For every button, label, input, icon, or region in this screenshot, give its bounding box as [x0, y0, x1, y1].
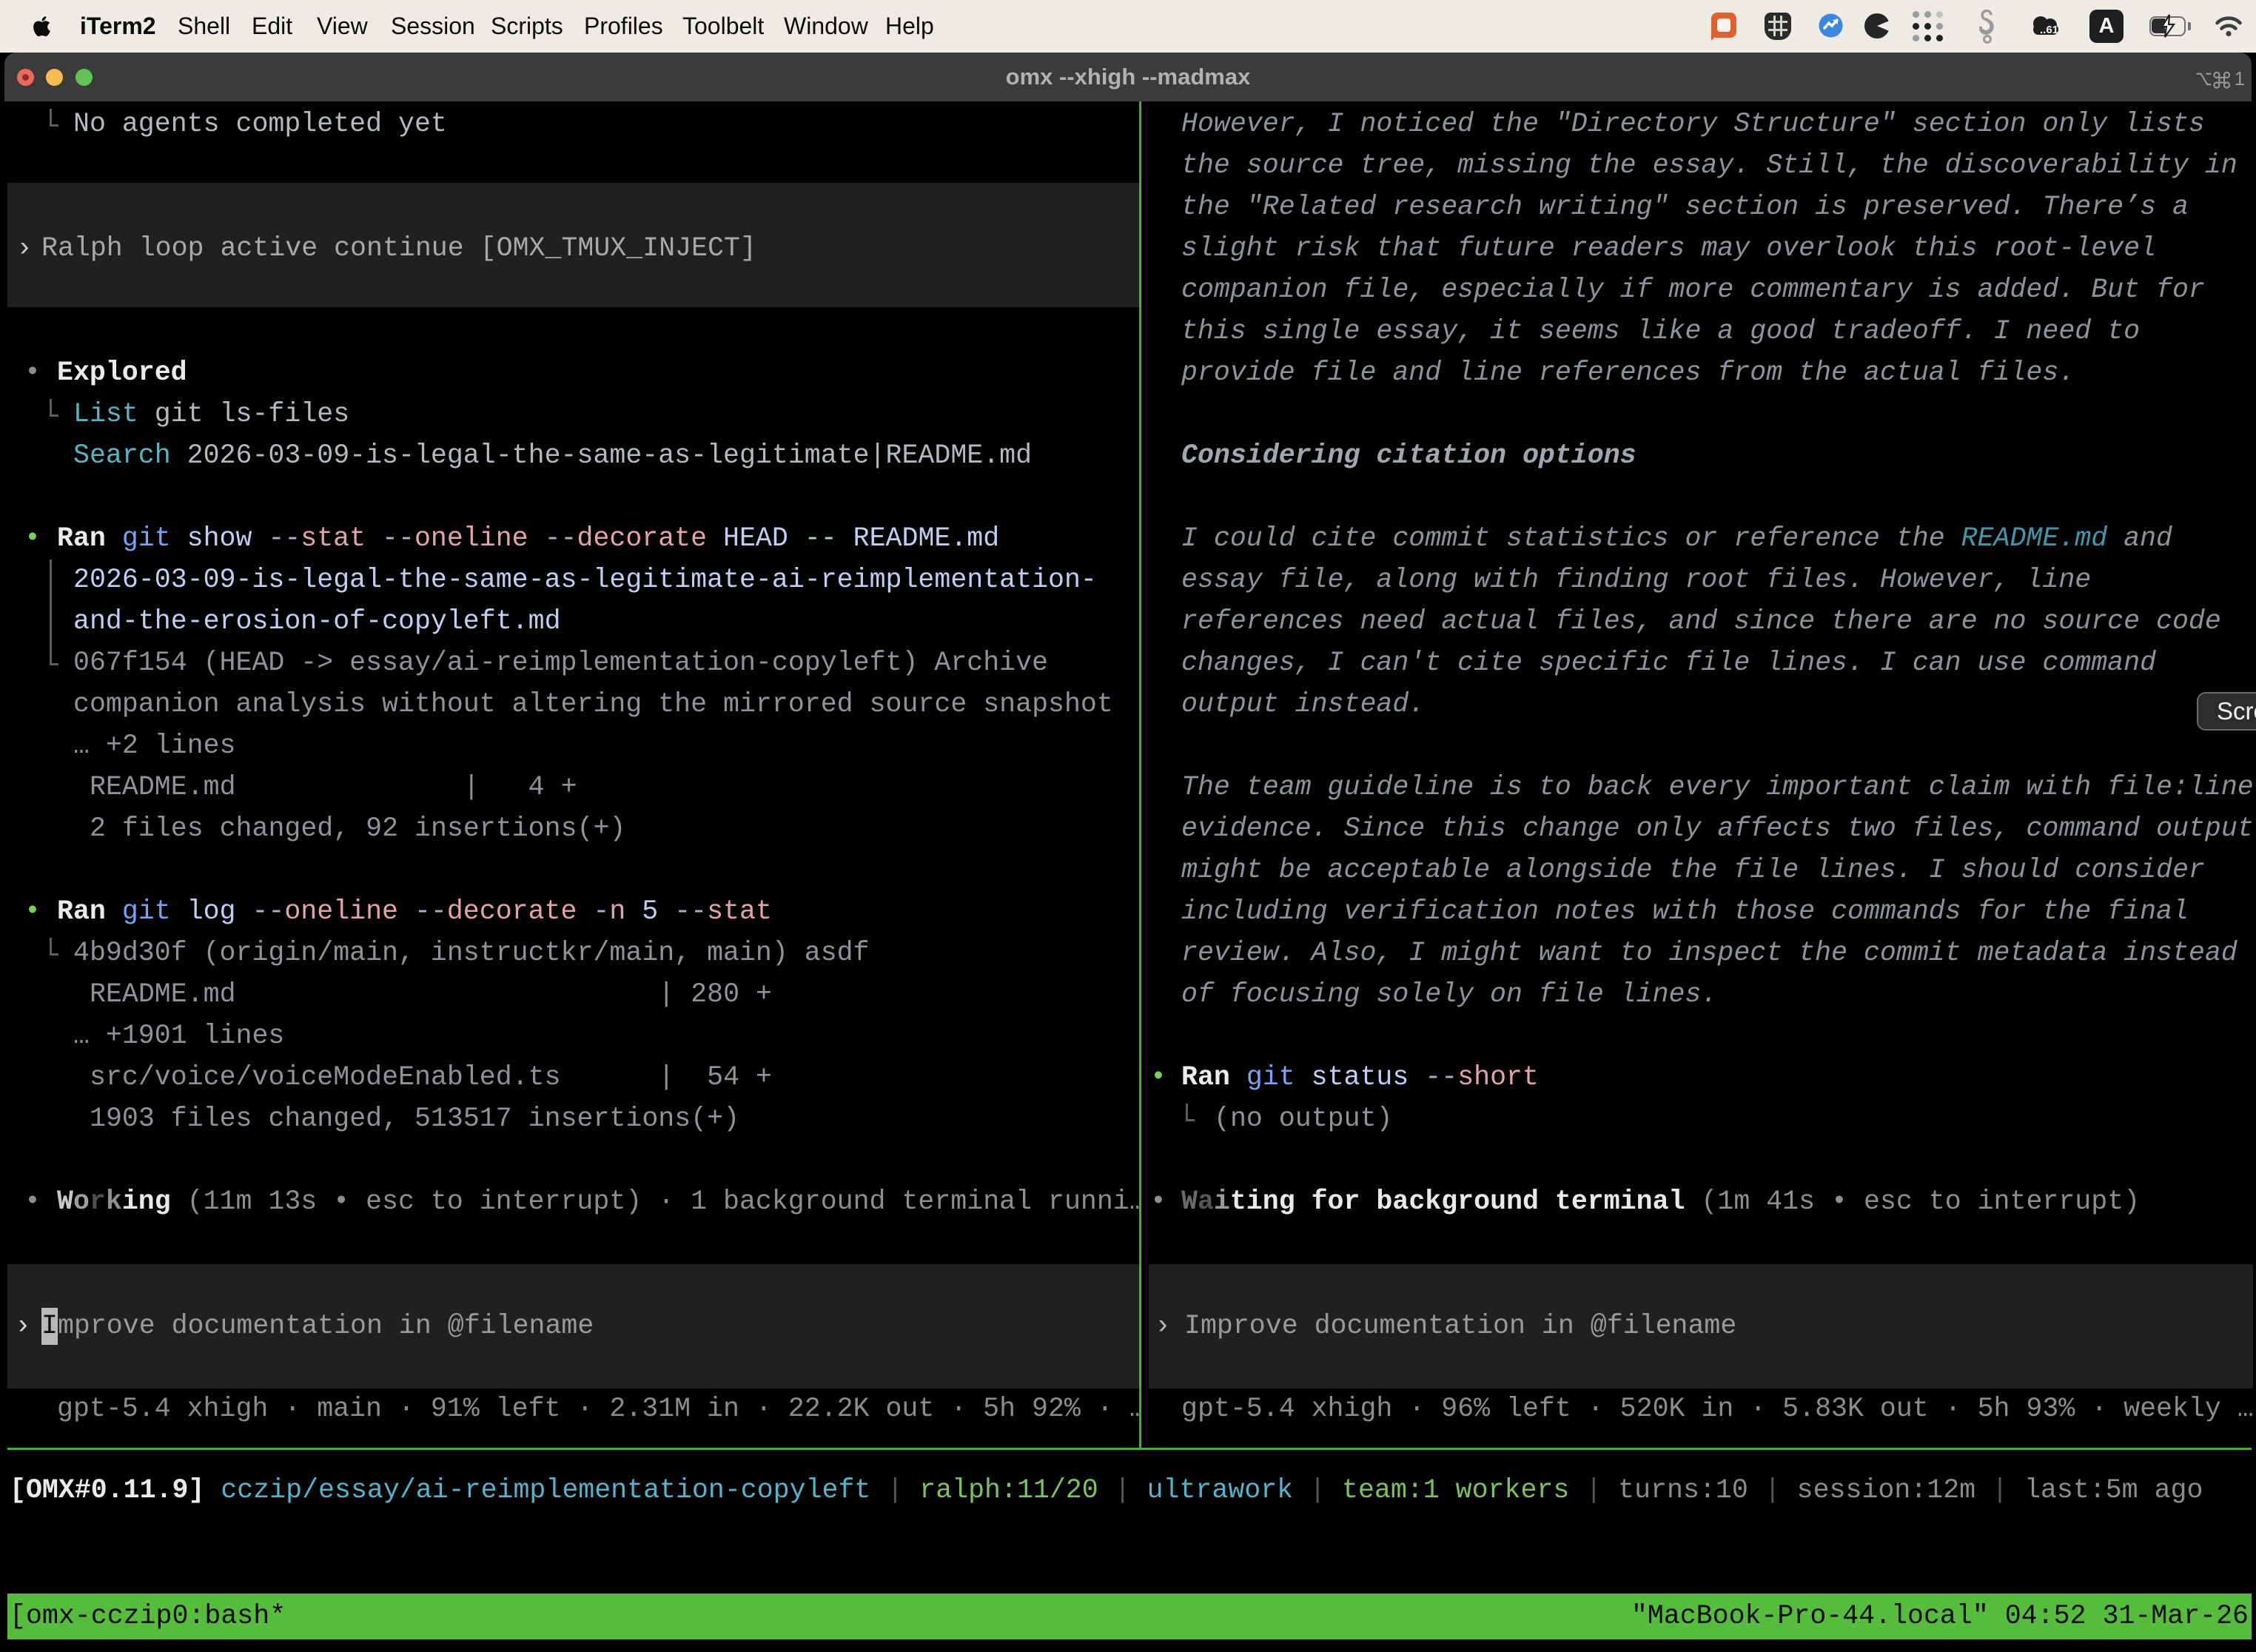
- svg-text:1: 1: [2235, 69, 2245, 90]
- svg-text:..61: ..61: [2040, 24, 2058, 36]
